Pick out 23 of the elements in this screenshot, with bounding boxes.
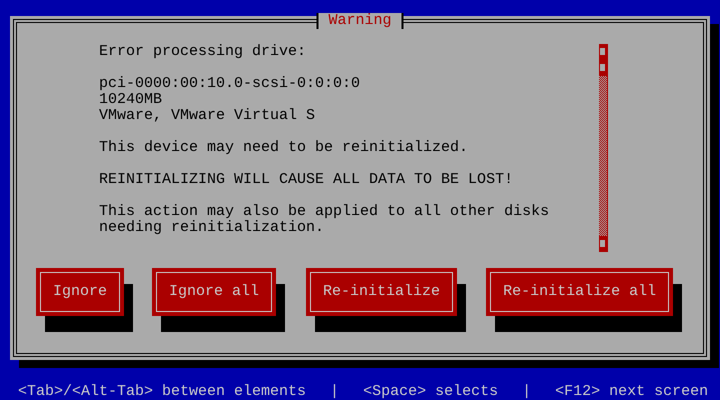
key-hint: <Space> selects (363, 384, 498, 400)
button-shadow-side (276, 284, 286, 316)
dialog-button[interactable]: Re-initialize (306, 268, 458, 316)
message-line: REINITIALIZING WILL CAUSE ALL DATA TO BE LOST! (99, 172, 514, 188)
message-line: needing reinitialization. (99, 220, 324, 236)
separator: | (522, 384, 532, 400)
message-line: This device may need to be reinitialized. (99, 140, 468, 156)
button-shadow-side (673, 284, 682, 316)
dialog-title: Warning (316, 13, 404, 29)
dialog-button[interactable]: Ignore all (152, 268, 276, 316)
key-hint: <Tab>/<Alt-Tab> between elements (18, 384, 306, 400)
message-line: pci-0000:00:10.0-scsi-0:0:0:0 (99, 76, 360, 92)
message-line: 10240MB (99, 92, 162, 108)
separator: | (330, 384, 340, 400)
message-line: This action may also be applied to all other disks (99, 204, 550, 220)
key-hint: <F12> next screen (555, 384, 708, 400)
message-line: Error processing drive: (99, 44, 306, 60)
button-shadow-side (457, 284, 466, 316)
dialog-button[interactable]: Re-initialize all (486, 268, 674, 316)
message-line: VMware, VMware Virtual S (99, 108, 316, 124)
scrollbar[interactable] (599, 44, 608, 252)
button-shadow-side (124, 284, 134, 316)
dialog-button[interactable]: Ignore (36, 268, 124, 316)
